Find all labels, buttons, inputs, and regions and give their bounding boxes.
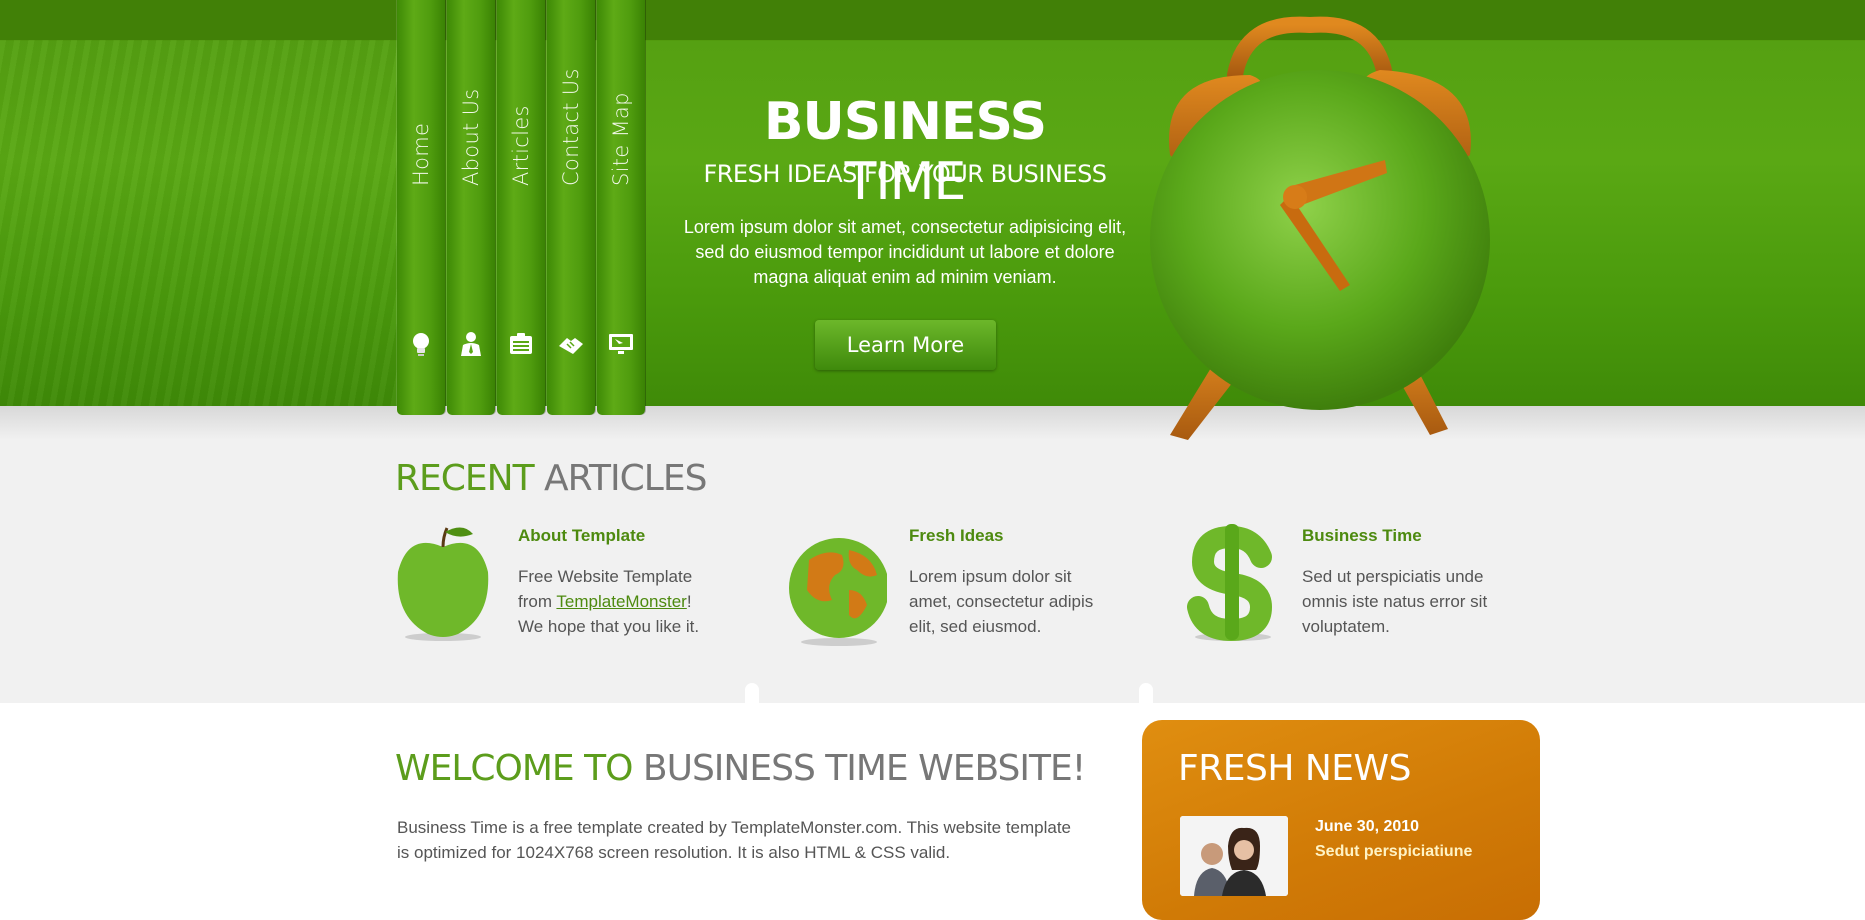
hero-title: BUSINESS TIME: [700, 92, 1110, 212]
nav-item-about[interactable]: About Us: [447, 0, 495, 415]
welcome-text: Business Time is a free template created…: [397, 818, 1072, 862]
section-divider: [745, 683, 759, 703]
nav-label-sitemap: Site Map: [609, 92, 633, 186]
nav-label-about: About Us: [459, 88, 483, 186]
nav-item-articles[interactable]: Articles: [497, 0, 545, 415]
learn-more-button[interactable]: Learn More: [815, 320, 996, 370]
article-heading: About Template: [518, 526, 646, 545]
grass-globe-icon: [789, 538, 887, 646]
nav-item-home[interactable]: Home: [397, 0, 445, 415]
nav-label-articles: Articles: [509, 105, 533, 186]
nav-label-contact: Contact Us: [559, 68, 583, 186]
people-photo-icon: [1180, 816, 1288, 896]
hero-title-bold: BUSINESS: [763, 92, 1047, 152]
article-heading: Fresh Ideas: [909, 526, 1004, 545]
grass-dollar-icon: [1187, 524, 1273, 642]
section-divider: [1139, 683, 1153, 703]
grass-alarm-clock-icon: [1150, 16, 1490, 483]
nav-label-home: Home: [409, 122, 433, 186]
header-top-band: [0, 0, 1865, 40]
title-gray: ARTICLES: [544, 458, 707, 499]
header-texture: [0, 40, 400, 410]
title-green: RECENT: [395, 458, 535, 499]
nav-item-contact[interactable]: Contact Us: [547, 0, 595, 415]
title-gray: BUSINESS TIME WEBSITE!: [642, 748, 1086, 789]
header-shadow: [0, 406, 1865, 440]
news-date: June 30, 2010: [1315, 818, 1420, 835]
news-headline-link[interactable]: Sedut perspiciatiune: [1315, 843, 1472, 861]
hero-subtitle: FRESH IDEAS FOR YOUR BUSINESS: [703, 160, 1107, 188]
nav-item-sitemap[interactable]: Site Map: [597, 0, 645, 415]
monitor-icon: [609, 334, 633, 354]
hero-text: Lorem ipsum dolor sit amet, consectetur …: [683, 217, 1127, 287]
fresh-news-title: FRESH NEWS: [1178, 748, 1411, 789]
welcome-title: WELCOME TO BUSINESS TIME WEBSITE!: [395, 748, 1086, 789]
article-text: Free Website Template from TemplateMonst…: [518, 564, 718, 639]
article-text: Sed ut perspiciatis unde omnis iste natu…: [1302, 567, 1488, 636]
article-text: Lorem ipsum dolor sit amet, consectetur …: [909, 567, 1094, 636]
grass-apple-icon: [397, 527, 489, 641]
clipboard-icon: [510, 333, 532, 354]
templatemonster-link[interactable]: TemplateMonster: [556, 592, 686, 611]
title-green: WELCOME TO: [395, 748, 633, 789]
recent-articles-title: RECENT ARTICLES: [395, 458, 707, 499]
lightbulb-icon: [413, 333, 429, 356]
handshake-icon: [559, 338, 583, 354]
article-heading: Business Time: [1302, 526, 1422, 545]
person-icon: [461, 332, 481, 356]
news-photo[interactable]: [1180, 816, 1288, 896]
